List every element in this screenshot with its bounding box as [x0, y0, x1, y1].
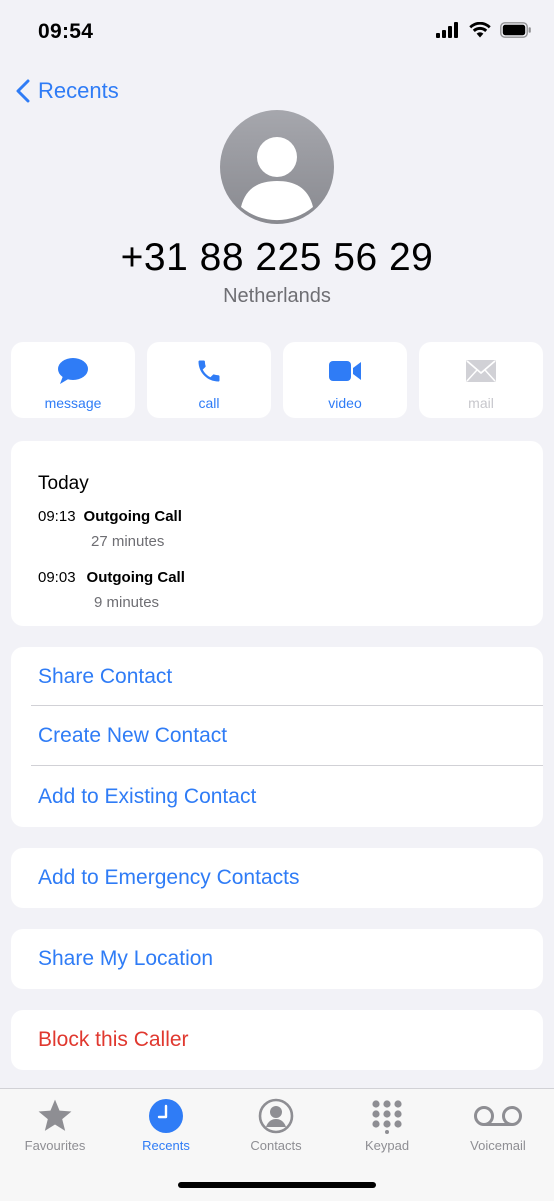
call-history-card: Today 09:13 Outgoing Call 27 minutes 09:0…	[11, 441, 543, 626]
phone-number: +31 88 225 56 29	[120, 236, 434, 279]
mail-icon	[466, 360, 496, 382]
message-label: message	[44, 395, 102, 411]
status-icons	[436, 22, 532, 38]
call-history-row: 09:03 Outgoing Call 9 minutes	[38, 569, 185, 611]
block-caller-button[interactable]: Block this Caller	[11, 1010, 543, 1070]
tab-voicemail[interactable]: Voicemail	[443, 1097, 553, 1153]
chevron-left-icon	[16, 79, 30, 103]
video-icon	[329, 361, 361, 381]
video-label: video	[328, 395, 362, 411]
call-type: Outgoing Call	[83, 508, 182, 525]
create-new-contact-button[interactable]: Create New Contact	[11, 706, 543, 766]
history-day: Today	[38, 473, 89, 494]
back-button[interactable]: Recents	[16, 78, 119, 104]
star-icon	[38, 1099, 72, 1131]
avatar	[220, 110, 334, 224]
home-indicator[interactable]	[178, 1182, 376, 1188]
cellular-signal-icon	[436, 22, 458, 38]
contact-actions-card: Share Contact Create New Contact Add to …	[11, 647, 543, 827]
tab-recents[interactable]: Recents	[111, 1097, 221, 1153]
video-button[interactable]: video	[283, 342, 407, 418]
voicemail-icon	[474, 1106, 522, 1126]
status-bar: 09:54	[0, 0, 554, 60]
tab-label: Voicemail	[470, 1138, 526, 1153]
tab-keypad[interactable]: Keypad	[332, 1097, 442, 1153]
back-label: Recents	[38, 78, 119, 103]
call-time: 09:13	[38, 508, 76, 525]
battery-icon	[500, 22, 531, 38]
call-history-row: 09:13 Outgoing Call 27 minutes	[38, 508, 182, 550]
add-to-existing-contact-button[interactable]: Add to Existing Contact	[11, 766, 543, 827]
clock-icon	[149, 1099, 183, 1133]
tab-favourites[interactable]: Favourites	[0, 1097, 110, 1153]
quick-actions: message call video mail	[11, 342, 543, 418]
tab-contacts[interactable]: Contacts	[221, 1097, 331, 1153]
mail-label: mail	[468, 395, 494, 411]
call-duration: 27 minutes	[91, 533, 165, 550]
share-contact-button[interactable]: Share Contact	[11, 647, 543, 706]
status-time: 09:54	[38, 20, 94, 43]
call-label: call	[198, 395, 220, 411]
phone-icon	[198, 360, 220, 382]
keypad-icon	[372, 1100, 402, 1134]
location-card: Share My Location	[11, 929, 543, 989]
message-icon	[58, 358, 88, 384]
wifi-icon	[469, 22, 491, 38]
person-circle-icon	[258, 1098, 294, 1134]
share-my-location-button[interactable]: Share My Location	[11, 929, 543, 989]
call-time: 09:03	[38, 569, 76, 586]
mail-button[interactable]: mail	[419, 342, 543, 418]
country-label: Netherlands	[223, 285, 331, 307]
call-type: Outgoing Call	[86, 569, 185, 586]
call-duration: 9 minutes	[94, 594, 160, 611]
tab-label: Keypad	[364, 1138, 410, 1153]
message-button[interactable]: message	[11, 342, 135, 418]
add-to-emergency-contacts-button[interactable]: Add to Emergency Contacts	[11, 848, 543, 908]
block-card: Block this Caller	[11, 1010, 543, 1070]
emergency-card: Add to Emergency Contacts	[11, 848, 543, 908]
tab-label: Recents	[142, 1138, 190, 1153]
person-silhouette-icon	[241, 137, 313, 221]
call-button[interactable]: call	[147, 342, 271, 418]
tab-label: Favourites	[24, 1138, 86, 1153]
tab-label: Contacts	[250, 1138, 302, 1153]
